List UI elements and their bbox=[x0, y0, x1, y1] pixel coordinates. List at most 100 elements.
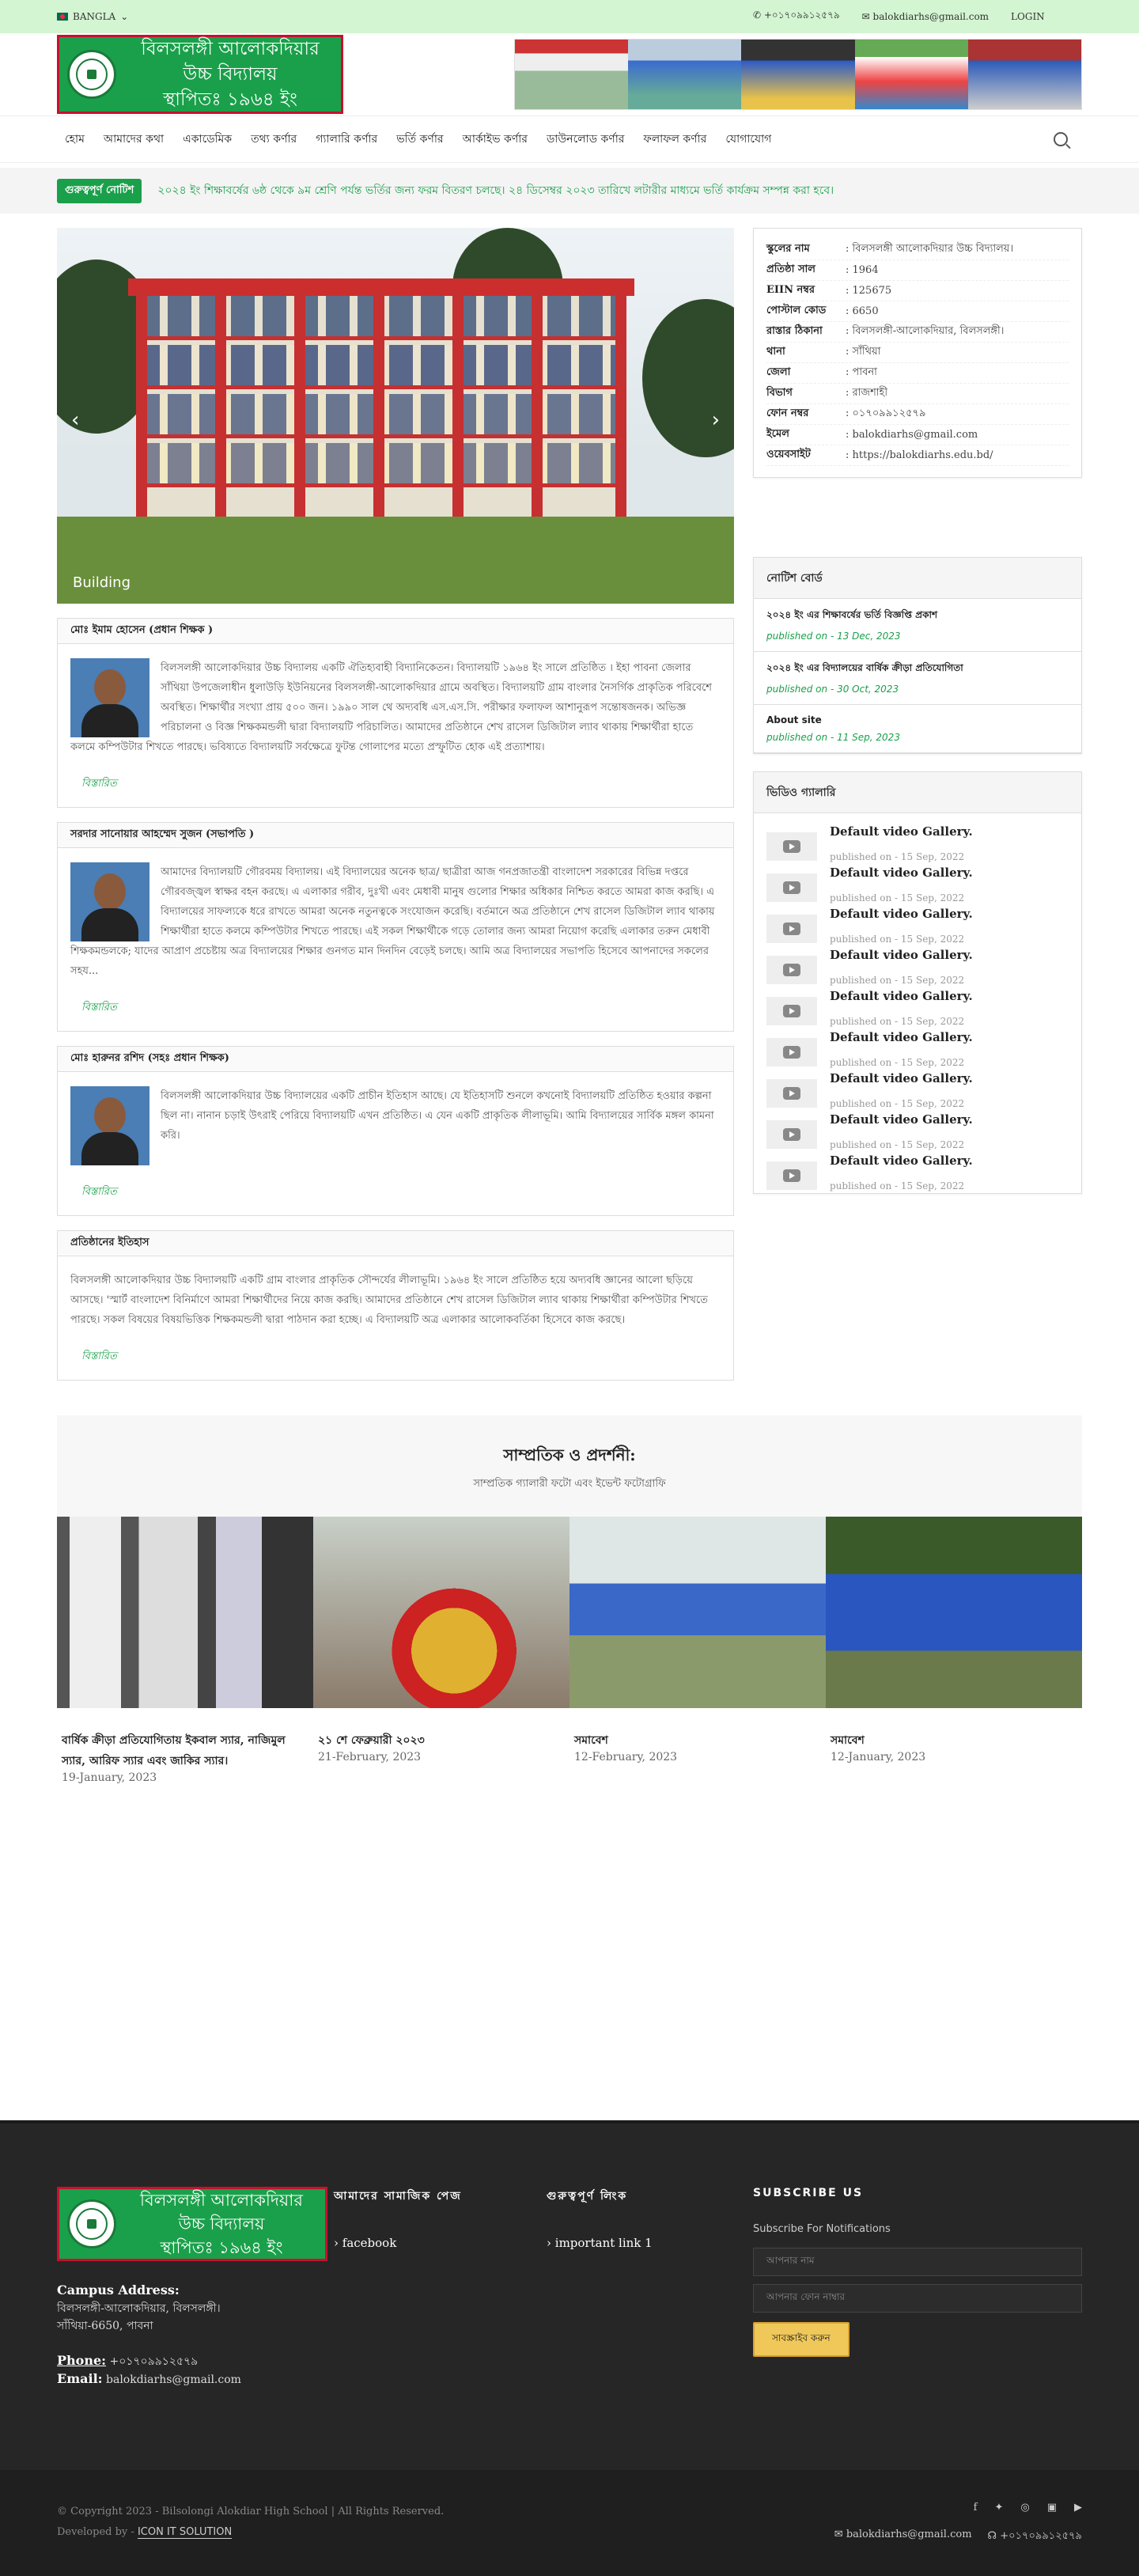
slider-prev-icon[interactable]: ‹ bbox=[71, 408, 79, 432]
slider-caption: Building bbox=[73, 574, 131, 591]
nav-item[interactable]: যোগাযোগ bbox=[716, 130, 781, 149]
instagram-icon[interactable]: ◎ bbox=[1020, 2502, 1029, 2513]
read-more-link[interactable]: বিস্তারিত bbox=[58, 989, 733, 1031]
video-item[interactable]: Default video Gallery. published on - 15 … bbox=[754, 861, 1081, 903]
video-date: published on - 15 Sep, 2022 bbox=[830, 851, 965, 862]
nav-item[interactable]: গ্যালারি কর্ণার bbox=[306, 130, 387, 149]
message-card: মোঃ হারুনর রশিদ (সহঃ প্রধান শিক্ষক) বিলসল… bbox=[57, 1046, 734, 1216]
notice-item-date: published on - 13 Dec, 2023 bbox=[766, 631, 901, 642]
social-title: আমাদের সামাজিক পেজ bbox=[334, 2190, 462, 2203]
play-icon bbox=[783, 964, 800, 976]
info-row: থানা: সাঁথিয়া bbox=[766, 343, 1069, 363]
info-key: ফোন নম্বর bbox=[766, 407, 809, 419]
video-thumbnail bbox=[766, 832, 817, 861]
language-selector[interactable]: BANGLA ⌄ bbox=[57, 11, 128, 22]
message-card: সরদার সানোয়ার আহম্মেদ সুজন (সভাপতি ) আমা… bbox=[57, 822, 734, 1032]
copy-email[interactable]: ✉ balokdiarhs@gmail.com bbox=[834, 2529, 972, 2545]
card-title: মোঃ ইমাম হোসেন (প্রধান শিক্ষক ) bbox=[58, 619, 733, 644]
nav-item[interactable]: তথ্য কর্ণার bbox=[241, 130, 306, 149]
person-photo bbox=[70, 658, 149, 737]
logo-line1: বিলসলঙ্গী আলোকদিয়ার bbox=[141, 39, 320, 59]
gallery-item[interactable]: বার্ষিক ক্রীড়া প্রতিযোগিতায় ইকবাল স্যা… bbox=[57, 1730, 313, 1784]
read-more-link[interactable]: বিস্তারিত bbox=[58, 1173, 733, 1215]
gallery-item-date: 12-January, 2023 bbox=[831, 1751, 926, 1763]
search-icon[interactable] bbox=[1054, 132, 1068, 146]
info-key: ওয়েবসাইট bbox=[766, 449, 811, 460]
video-title: Default video Gallery. bbox=[830, 948, 973, 962]
video-date: published on - 15 Sep, 2022 bbox=[830, 1057, 965, 1068]
subscribe-button[interactable]: সাবস্ক্রাইব করুন bbox=[753, 2322, 850, 2357]
footer-email[interactable]: balokdiarhs@gmail.com bbox=[106, 2373, 241, 2386]
video-thumbnail bbox=[766, 1161, 817, 1190]
developer-link[interactable]: ICON IT SOLUTION bbox=[137, 2526, 233, 2539]
phone-input[interactable]: আপনার ফোন নাম্বার bbox=[753, 2284, 1082, 2313]
facebook-icon[interactable]: f bbox=[974, 2502, 978, 2513]
twitter-icon[interactable]: ✦ bbox=[994, 2502, 1003, 2513]
video-item[interactable]: Default video Gallery. published on - 15 … bbox=[754, 1108, 1081, 1150]
video-title: Default video Gallery. bbox=[830, 989, 973, 1003]
gallery-title: সাম্প্রতিক ও প্রদর্শনী: bbox=[503, 1445, 636, 1464]
nav-item[interactable]: আমাদের কথা bbox=[94, 130, 173, 149]
gallery-item[interactable]: ২১ শে ফেব্রুয়ারী ২০২৩ 21-February, 2023 bbox=[313, 1730, 570, 1784]
info-value: : রাজশাহী bbox=[846, 387, 888, 399]
footer-phone[interactable]: +০১৭০৯৯১২৫৭৯ bbox=[110, 2355, 199, 2368]
linkedin-icon[interactable]: ▣ bbox=[1047, 2502, 1057, 2513]
gallery-item[interactable]: সমাবেশ 12-January, 2023 bbox=[826, 1730, 1082, 1784]
video-item[interactable]: Default video Gallery. published on - 15 … bbox=[754, 1149, 1081, 1191]
notice-item[interactable]: ২০২৪ ইং এর বিদ্যালয়ের বার্ষিক ক্রীড়া প… bbox=[754, 652, 1081, 705]
school-info-box: স্কুলের নাম: বিলসলঙ্গী আলোকদিয়ার উচ্চ ব… bbox=[753, 228, 1082, 478]
info-row: বিভাগ: রাজশাহী bbox=[766, 384, 1069, 404]
video-item[interactable]: Default video Gallery. published on - 15 … bbox=[754, 1066, 1081, 1109]
gallery-image[interactable] bbox=[57, 1517, 313, 1708]
notice-item[interactable]: ২০২৪ ইং এর শিক্ষাবর্ষের ভর্তি বিজ্ঞপ্তি … bbox=[754, 599, 1081, 652]
video-item[interactable]: Default video Gallery. published on - 15 … bbox=[754, 943, 1081, 986]
notice-board-title: নোটিশ বোর্ড bbox=[754, 558, 1081, 599]
info-row: EIIN নম্বর: 125675 bbox=[766, 281, 1069, 301]
video-item[interactable]: Default video Gallery. published on - 15 … bbox=[754, 1025, 1081, 1068]
nav-item[interactable]: একাডেমিক bbox=[173, 130, 241, 149]
login-link[interactable]: LOGIN bbox=[1011, 11, 1045, 22]
play-icon bbox=[783, 1087, 800, 1100]
copy-phone[interactable]: ☊ +০১৭০৯৯১২৫৭৯ bbox=[988, 2529, 1082, 2545]
nav-item[interactable]: আর্কাইভ কর্ণার bbox=[453, 130, 537, 149]
video-item[interactable]: Default video Gallery. published on - 15 … bbox=[754, 820, 1081, 862]
video-item[interactable]: Default video Gallery. published on - 15 … bbox=[754, 902, 1081, 945]
card-body: আমাদের বিদ্যালয়টি গৌরবময় বিদ্যালয়। এই… bbox=[58, 848, 733, 989]
info-key: স্কুলের নাম bbox=[766, 243, 810, 255]
phone-link[interactable]: ✆ +০১৭০৯৯১২৫৭৯ bbox=[753, 9, 840, 25]
card-text: বিলসলঙ্গী আলোকদিয়ার উচ্চ বিদ্যালয়ের এক… bbox=[161, 1090, 714, 1142]
hero-slider[interactable]: ‹ › Building bbox=[57, 228, 734, 604]
read-more-link[interactable]: বিস্তারিত bbox=[58, 765, 733, 807]
read-more-link[interactable]: বিস্তারিত bbox=[58, 1338, 733, 1380]
video-title: Default video Gallery. bbox=[830, 1154, 973, 1168]
important-link-label: important link 1 bbox=[554, 2236, 653, 2250]
video-item[interactable]: Default video Gallery. published on - 15 … bbox=[754, 984, 1081, 1027]
info-key: পোস্টাল কোড bbox=[766, 305, 827, 316]
flag-icon bbox=[57, 13, 68, 21]
gallery-image[interactable] bbox=[826, 1517, 1082, 1708]
facebook-link[interactable]: › facebook bbox=[334, 2236, 540, 2250]
youtube-icon[interactable]: ▶ bbox=[1074, 2502, 1082, 2513]
gallery-image[interactable] bbox=[313, 1517, 570, 1708]
chevron-down-icon: ⌄ bbox=[120, 11, 129, 22]
footer-logo[interactable]: বিলসলঙ্গী আলোকদিয়ার উচ্চ বিদ্যালয় স্থাপি… bbox=[57, 2187, 327, 2261]
slider-next-icon[interactable]: › bbox=[712, 408, 720, 432]
nav-item[interactable]: ডাউনলোড কর্ণার bbox=[537, 130, 634, 149]
nav-item[interactable]: ভর্তি কর্ণার bbox=[387, 130, 452, 149]
notice-item[interactable]: About site published on - 11 Sep, 2023 bbox=[754, 705, 1081, 753]
email-link[interactable]: ✉ balokdiarhs@gmail.com bbox=[862, 11, 989, 22]
important-link[interactable]: › important link 1 bbox=[547, 2236, 753, 2250]
footer-logo-line3: স্থাপিতঃ ১৯৬৪ ইং bbox=[160, 2238, 283, 2257]
gallery-image[interactable] bbox=[570, 1517, 826, 1708]
notice-text[interactable]: ২০২৪ ইং শিক্ষাবর্ষের ৬ষ্ঠ থেকে ৯ম শ্রেণি… bbox=[157, 181, 834, 200]
nav-item[interactable]: হোম bbox=[65, 130, 94, 149]
site-logo[interactable]: বিলসলঙ্গী আলোকদিয়ার উচ্চ বিদ্যালয় স্থাপি… bbox=[57, 35, 343, 114]
info-row: ওয়েবসাইট: https://balokdiarhs.edu.bd/ bbox=[766, 445, 1069, 466]
topbar: BANGLA ⌄ ✆ +০১৭০৯৯১২৫৭৯ ✉ balokdiarhs@gma… bbox=[0, 0, 1139, 33]
name-input[interactable]: আপনার নাম bbox=[753, 2248, 1082, 2276]
header-banner bbox=[514, 39, 1082, 110]
nav-item[interactable]: ফলাফল কর্ণার bbox=[634, 130, 717, 149]
video-gallery: ভিডিও গ্যালারি Default video Gallery. pub… bbox=[753, 771, 1082, 1194]
video-thumbnail bbox=[766, 1120, 817, 1149]
gallery-item[interactable]: সমাবেশ 12-February, 2023 bbox=[570, 1730, 826, 1784]
